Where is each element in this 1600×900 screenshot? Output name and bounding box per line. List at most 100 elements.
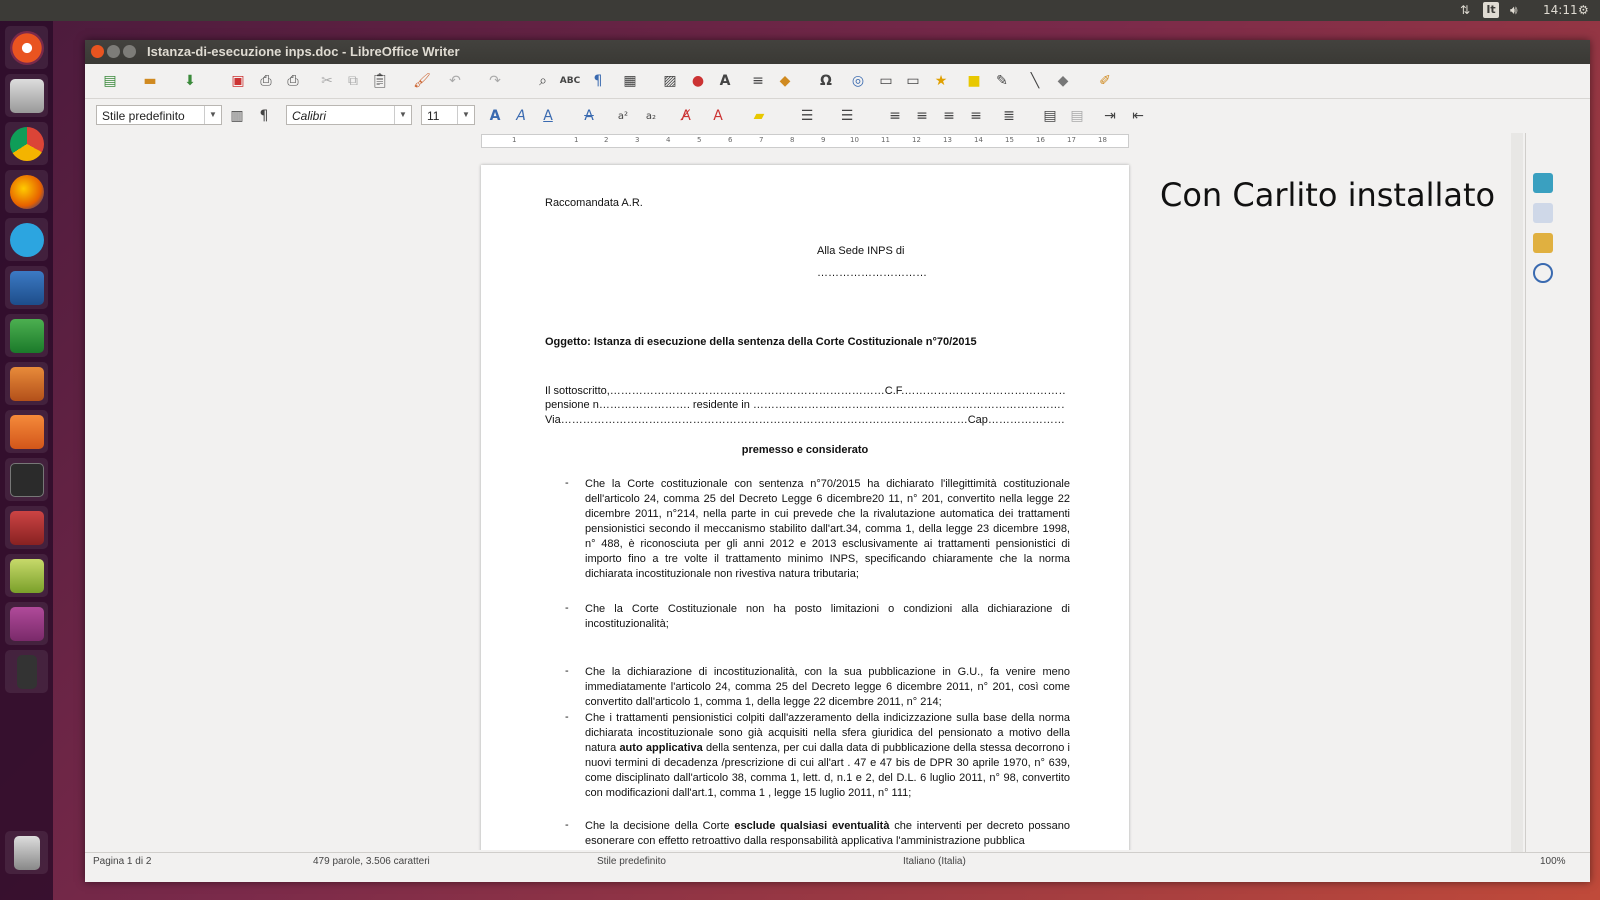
- line-spacing-icon[interactable]: ≣: [999, 106, 1019, 126]
- launcher-settings[interactable]: [5, 506, 48, 549]
- properties-icon[interactable]: [1533, 173, 1553, 193]
- bullet-bold-text: auto applicativa: [619, 742, 703, 754]
- page-count[interactable]: Pagina 1 di 2: [93, 856, 151, 867]
- print-icon[interactable]: ⎙: [256, 71, 276, 91]
- bold-icon[interactable]: A: [485, 106, 505, 126]
- ruler-number: 2: [604, 136, 609, 144]
- save-icon[interactable]: ⬇: [180, 71, 200, 91]
- open-folder-icon[interactable]: ▬: [140, 71, 160, 91]
- writer-window: Istanza-di-esecuzione inps.doc - LibreOf…: [85, 40, 1590, 882]
- zoom-level[interactable]: 100%: [1540, 856, 1566, 867]
- increase-paragraph-spacing-icon[interactable]: ▤: [1040, 106, 1060, 126]
- superscript-icon[interactable]: a²: [613, 106, 633, 126]
- network-icon[interactable]: ⇅: [1460, 3, 1470, 17]
- launcher-impress[interactable]: [5, 362, 48, 405]
- horizontal-ruler[interactable]: 1 1 2 3 4 5 6 7 8 9 10 11 12 13 14 15 16…: [481, 134, 1129, 148]
- fontwork-icon[interactable]: A: [715, 71, 735, 91]
- page-style[interactable]: Stile predefinito: [597, 856, 666, 867]
- insert-field-icon[interactable]: ◆: [775, 71, 795, 91]
- track-changes-icon[interactable]: ✎: [992, 71, 1012, 91]
- language[interactable]: Italiano (Italia): [903, 856, 966, 867]
- copy-icon[interactable]: ⧉: [343, 71, 363, 91]
- special-character-icon[interactable]: Ω: [816, 71, 836, 91]
- doc-intro-line: Via……………………………………………………………………………………………………: [545, 414, 1065, 426]
- cut-icon[interactable]: ✂: [317, 71, 337, 91]
- page[interactable]: Raccomandata A.R. Alla Sede INPS di ……………: [481, 165, 1129, 850]
- clock[interactable]: 14:11: [1543, 3, 1578, 17]
- maximize-button[interactable]: [123, 45, 136, 58]
- gallery-icon[interactable]: [1533, 233, 1553, 253]
- new-style-icon[interactable]: ¶: [254, 106, 274, 126]
- subscript-icon[interactable]: a₂: [641, 106, 661, 126]
- bullet-marker: -: [565, 602, 569, 614]
- find-replace-icon[interactable]: ⌕: [533, 71, 553, 91]
- launcher-chrome[interactable]: [5, 122, 48, 165]
- paragraph-style-select[interactable]: Stile predefinito ▼: [96, 105, 222, 125]
- insert-table-icon[interactable]: ▦: [620, 71, 640, 91]
- launcher-calc[interactable]: [5, 314, 48, 357]
- doc-bullet: Che i trattamenti pensionistici colpiti …: [585, 711, 1070, 801]
- insert-chart-icon[interactable]: ●: [688, 71, 708, 91]
- endnote-icon[interactable]: ▭: [903, 71, 923, 91]
- align-left-icon[interactable]: ≡: [885, 106, 905, 126]
- highlight-icon[interactable]: ▰: [749, 106, 769, 126]
- word-count[interactable]: 479 parole, 3.506 caratteri: [313, 856, 430, 867]
- update-style-icon[interactable]: ▥: [227, 106, 247, 126]
- bullet-list-icon[interactable]: ☰: [797, 106, 817, 126]
- launcher-telegram[interactable]: [5, 218, 48, 261]
- document-area[interactable]: Raccomandata A.R. Alla Sede INPS di ……………: [85, 152, 1515, 850]
- launcher-workspaces[interactable]: [5, 602, 48, 645]
- print-preview-icon[interactable]: ⎙: [283, 71, 303, 91]
- launcher-files[interactable]: [5, 74, 48, 117]
- clone-formatting-icon[interactable]: 🖌︎: [412, 71, 432, 91]
- page-break-icon[interactable]: ≡: [748, 71, 768, 91]
- volume-icon[interactable]: 🔊︎: [1510, 3, 1518, 18]
- decrease-paragraph-spacing-icon[interactable]: ▤: [1067, 106, 1087, 126]
- keyboard-indicator[interactable]: It: [1483, 2, 1499, 18]
- gear-icon[interactable]: ⚙: [1578, 3, 1589, 17]
- ruler-number: 5: [697, 136, 702, 144]
- close-button[interactable]: [91, 45, 104, 58]
- formatting-marks-icon[interactable]: ¶: [588, 71, 608, 91]
- new-document-icon[interactable]: ▤: [100, 71, 120, 91]
- numbered-list-icon[interactable]: ☰: [837, 106, 857, 126]
- align-right-icon[interactable]: ≡: [939, 106, 959, 126]
- export-pdf-icon[interactable]: ▣: [228, 71, 248, 91]
- ruler-number: 14: [974, 136, 983, 144]
- minimize-button[interactable]: [107, 45, 120, 58]
- navigator-icon[interactable]: [1533, 263, 1553, 283]
- clear-formatting-icon[interactable]: A̸: [676, 106, 696, 126]
- comment-icon[interactable]: ■: [964, 71, 984, 91]
- paste-icon[interactable]: 📋︎: [370, 71, 390, 91]
- align-center-icon[interactable]: ≡: [912, 106, 932, 126]
- italic-icon[interactable]: A: [511, 106, 531, 126]
- launcher-firefox[interactable]: [5, 170, 48, 213]
- decrease-indent-icon[interactable]: ⇤: [1128, 106, 1148, 126]
- redo-icon[interactable]: ↷: [485, 71, 505, 91]
- draw-functions-icon[interactable]: ✐: [1095, 71, 1115, 91]
- insert-line-icon[interactable]: ╲: [1025, 71, 1045, 91]
- launcher-terminal[interactable]: [5, 458, 48, 501]
- bookmark-icon[interactable]: ★: [931, 71, 951, 91]
- undo-icon[interactable]: ↶: [445, 71, 465, 91]
- vertical-scrollbar[interactable]: [1511, 133, 1523, 853]
- launcher-writer[interactable]: [5, 266, 48, 309]
- launcher-downloads[interactable]: [5, 554, 48, 597]
- dash-button[interactable]: [5, 26, 48, 69]
- launcher-phone[interactable]: [5, 650, 48, 693]
- footnote-icon[interactable]: ▭: [876, 71, 896, 91]
- underline-icon[interactable]: A: [538, 106, 558, 126]
- font-size-select[interactable]: 11 ▼: [421, 105, 475, 125]
- hyperlink-icon[interactable]: ◎: [848, 71, 868, 91]
- justify-icon[interactable]: ≡: [966, 106, 986, 126]
- font-color-icon[interactable]: A: [708, 106, 728, 126]
- increase-indent-icon[interactable]: ⇥: [1100, 106, 1120, 126]
- spelling-icon[interactable]: ABC: [560, 71, 580, 91]
- font-name-select[interactable]: Calibri ▼: [286, 105, 412, 125]
- launcher-trash[interactable]: [5, 831, 48, 874]
- launcher-software-center[interactable]: [5, 410, 48, 453]
- styles-icon[interactable]: [1533, 203, 1553, 223]
- basic-shapes-icon[interactable]: ◆: [1053, 71, 1073, 91]
- insert-image-icon[interactable]: ▨: [660, 71, 680, 91]
- strikethrough-icon[interactable]: A: [579, 106, 599, 126]
